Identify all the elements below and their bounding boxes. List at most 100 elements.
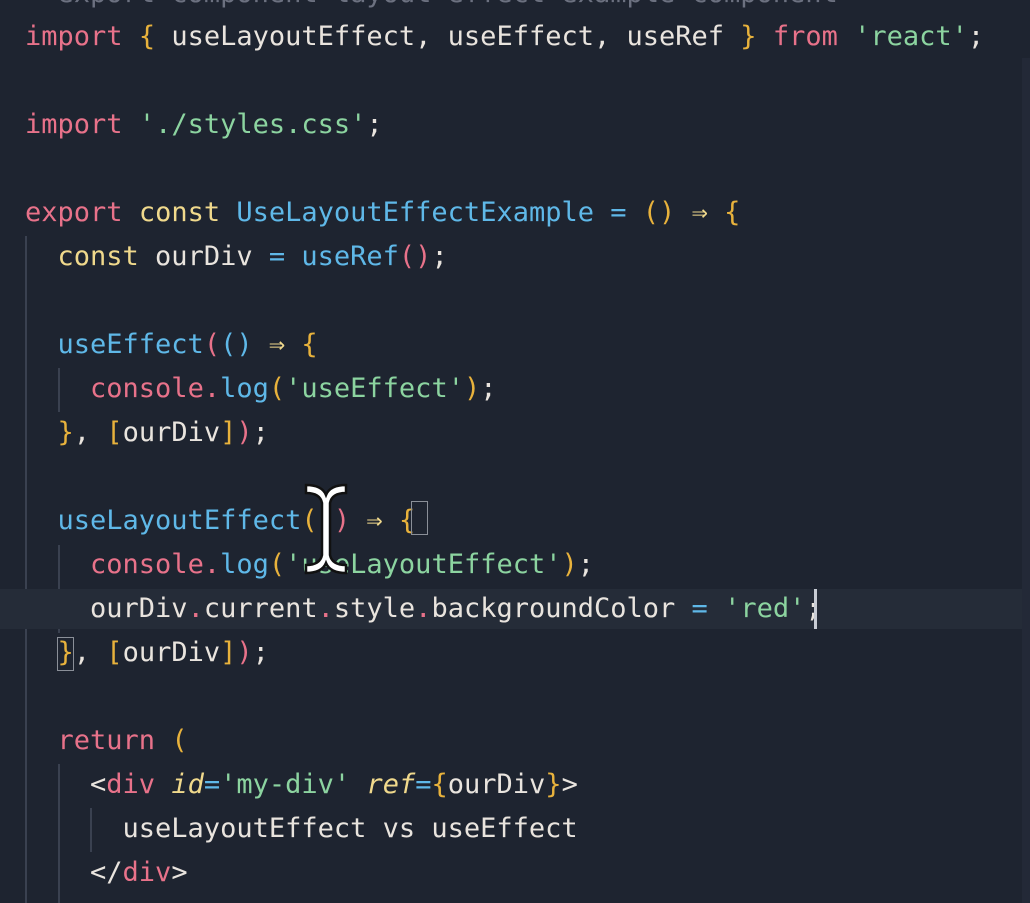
- code-line-content: return (: [25, 721, 188, 761]
- code-token: [: [106, 637, 123, 668]
- code-token: 'useEffect': [285, 373, 464, 404]
- code-token: <: [90, 769, 107, 800]
- code-line-content: useLayoutEffect(() ⇒ {: [25, 501, 416, 541]
- code-token: {: [431, 769, 448, 800]
- code-token: {: [301, 329, 318, 360]
- matching-bracket-highlight: [411, 501, 428, 535]
- code-line-content: import { useLayoutEffect, useEffect, use…: [25, 17, 984, 57]
- code-token: ,: [73, 637, 107, 668]
- code-line[interactable]: return (: [0, 721, 1030, 761]
- code-token: useEffect: [57, 329, 204, 360]
- code-token: ): [463, 373, 481, 404]
- code-line[interactable]: const ourDiv = useRef();: [0, 237, 1030, 277]
- code-token: =: [415, 769, 432, 800]
- code-token: export: [25, 197, 123, 228]
- code-token: ;: [967, 21, 985, 52]
- code-line-content: const ourDiv = useRef();: [25, 237, 448, 277]
- code-token: .: [317, 593, 334, 624]
- code-line[interactable]: import './styles.css';: [0, 105, 1030, 145]
- code-line[interactable]: ourDiv.current.style.backgroundColor = '…: [0, 589, 1030, 629]
- code-token: [: [106, 417, 123, 448]
- code-token: current: [203, 593, 318, 624]
- code-line[interactable]: useEffect(() ⇒ {: [0, 325, 1030, 365]
- code-token: ourDiv: [122, 637, 221, 668]
- code-line[interactable]: [0, 281, 1030, 321]
- code-token: ourDiv: [447, 769, 546, 800]
- code-token: ]: [220, 637, 237, 668]
- code-line[interactable]: [0, 457, 1030, 497]
- code-editor[interactable]: export component layout effect example c…: [0, 0, 1030, 903]
- code-token: =: [691, 593, 708, 624]
- code-token: useRef: [301, 241, 399, 272]
- code-token: const: [138, 197, 221, 228]
- text-ibeam-cursor-icon: [304, 483, 348, 575]
- code-token: console: [90, 549, 204, 580]
- code-token: </: [90, 857, 123, 888]
- code-token: ;: [252, 637, 269, 668]
- code-token: return: [57, 725, 156, 756]
- code-token: ): [561, 549, 578, 580]
- code-token: }: [545, 769, 562, 800]
- code-token: log: [220, 373, 269, 404]
- code-token: =: [203, 769, 221, 800]
- code-token: console: [90, 373, 204, 404]
- code-line[interactable]: [0, 149, 1030, 189]
- code-token: ref: [366, 769, 416, 800]
- code-line[interactable]: }, [ourDiv]);: [0, 633, 1030, 673]
- code-token: ;: [431, 241, 448, 272]
- vertical-scrollbar[interactable]: [1022, 58, 1030, 903]
- code-token: ;: [577, 549, 595, 580]
- code-token: 'my-div': [220, 769, 351, 800]
- code-line[interactable]: console.log('useEffect');: [0, 369, 1030, 409]
- partial-top-line: export component layout effect example c…: [25, 0, 870, 12]
- code-line[interactable]: </div>: [0, 853, 1030, 893]
- code-token: (): [220, 329, 253, 360]
- code-line[interactable]: useLayoutEffect(() ⇒ {: [0, 501, 1030, 541]
- code-token: import: [25, 109, 123, 140]
- code-token: ]: [220, 417, 237, 448]
- code-token: './styles.css': [138, 109, 367, 140]
- code-token: (: [268, 373, 286, 404]
- code-line[interactable]: useLayoutEffect vs useEffect: [0, 809, 1030, 849]
- code-line[interactable]: [0, 677, 1030, 717]
- code-line[interactable]: console.log('useLayoutEffect');: [0, 545, 1030, 585]
- code-line[interactable]: export const UseLayoutEffectExample = ()…: [0, 193, 1030, 233]
- code-token: .: [187, 593, 204, 624]
- code-token: (): [398, 241, 432, 272]
- code-token: }: [57, 417, 74, 448]
- code-line[interactable]: <div id='my-div' ref={ourDiv}>: [0, 765, 1030, 805]
- code-token: 'react': [854, 21, 968, 52]
- code-token: ;: [480, 373, 497, 404]
- code-token: >: [171, 857, 188, 888]
- code-line[interactable]: }, [ourDiv]);: [0, 413, 1030, 453]
- code-line-content: import './styles.css';: [25, 105, 383, 145]
- matching-bracket-highlight: [57, 637, 74, 671]
- code-line[interactable]: [0, 61, 1030, 101]
- code-token: }: [740, 21, 757, 52]
- code-line-content: </div>: [25, 853, 188, 893]
- code-line[interactable]: import { useLayoutEffect, useEffect, use…: [0, 17, 1030, 57]
- code-token: (: [268, 549, 286, 580]
- code-token: ⇒: [691, 197, 708, 228]
- code-token: ourDiv: [25, 593, 188, 624]
- code-token: ;: [252, 417, 269, 448]
- code-token: (): [642, 197, 676, 228]
